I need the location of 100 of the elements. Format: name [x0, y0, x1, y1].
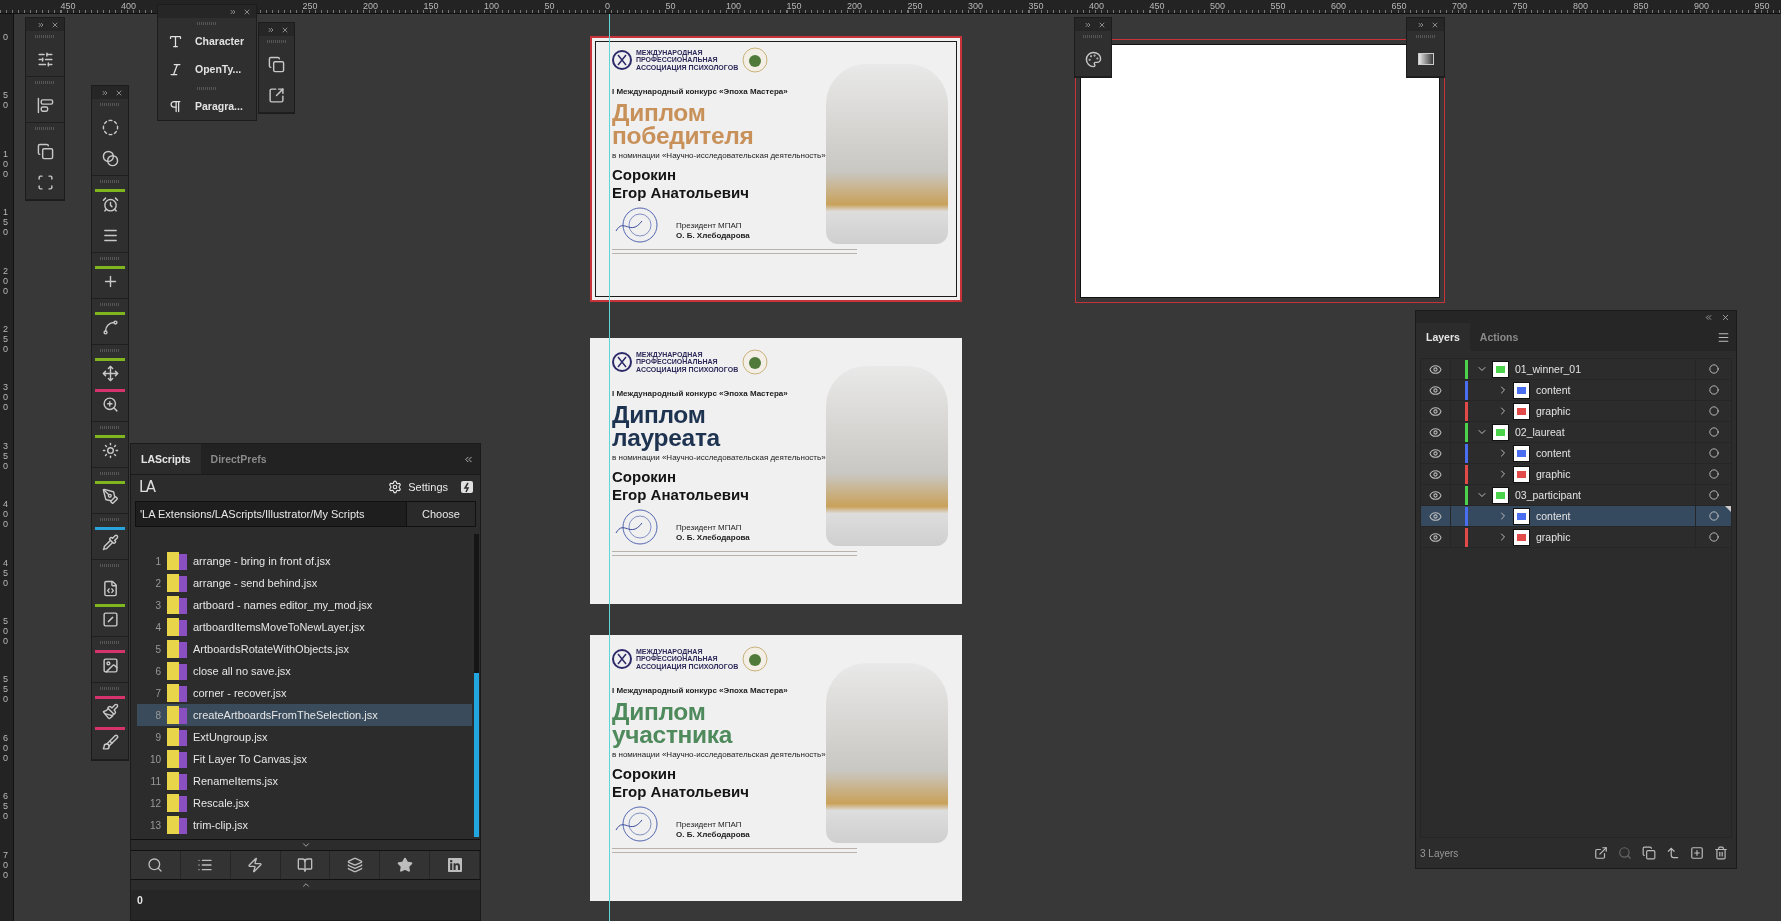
- grip-handle[interactable]: [100, 687, 120, 690]
- new-sublayer-icon[interactable]: [1666, 846, 1680, 860]
- collapse-icon[interactable]: [1417, 20, 1425, 29]
- close-icon[interactable]: [51, 20, 59, 29]
- grip-handle[interactable]: [1083, 35, 1103, 38]
- ruler-label: 50: [3, 90, 8, 111]
- grip-handle[interactable]: [100, 564, 120, 567]
- grip-handle[interactable]: [197, 87, 217, 90]
- script-item[interactable]: 13 trim-clip.jsx: [137, 814, 472, 836]
- refresh-icon[interactable]: [460, 479, 474, 494]
- collapse-icon[interactable]: [1084, 20, 1092, 29]
- script-item[interactable]: 1 arrange - bring in front of.jsx: [137, 550, 472, 572]
- recipient-name: Сорокин Егор Анатольевич: [612, 468, 750, 504]
- scrollbar-thumb[interactable]: [474, 673, 479, 837]
- layer-row[interactable]: 01_winner_01: [1421, 359, 1731, 380]
- line-number: 10: [148, 753, 162, 765]
- ruler-label: 900: [1694, 1, 1710, 11]
- script-file-icon: [167, 728, 187, 746]
- grip-handle[interactable]: [100, 349, 120, 352]
- new-layer-icon[interactable]: [1690, 846, 1704, 860]
- line-number: 8: [154, 709, 162, 721]
- grip-handle[interactable]: [100, 103, 120, 106]
- collapse-icon[interactable]: [1704, 312, 1713, 322]
- grip-handle[interactable]: [100, 180, 120, 183]
- script-item[interactable]: 3 artboard - names editor_my_mod.jsx: [137, 594, 472, 616]
- layer-row[interactable]: content: [1421, 506, 1731, 527]
- script-item[interactable]: 9 ExtUngroup.jsx: [137, 726, 472, 748]
- panel-item[interactable]: OpenTy...: [158, 55, 256, 83]
- trash-icon[interactable]: [1714, 846, 1728, 860]
- export-icon[interactable]: [1594, 846, 1608, 860]
- panel-tab[interactable]: DirectPrefs: [200, 444, 277, 474]
- layer-row[interactable]: graphic: [1421, 464, 1731, 485]
- layer-thumbnail: [1513, 507, 1530, 525]
- grip-handle[interactable]: [100, 518, 120, 521]
- panel-item[interactable]: Paragra...: [158, 92, 256, 120]
- ruler-label: 500: [1210, 1, 1226, 11]
- script-name: Rescale.jsx: [193, 797, 250, 809]
- grip-handle[interactable]: [1415, 35, 1436, 38]
- collapse-icon[interactable]: [101, 88, 109, 97]
- script-item[interactable]: 8 createArtboardsFromTheSelection.jsx: [137, 704, 472, 726]
- script-name: createArtboardsFromTheSelection.jsx: [193, 709, 378, 721]
- ruler-label: 50: [665, 1, 676, 11]
- grip-handle[interactable]: [100, 472, 120, 475]
- script-item[interactable]: 2 arrange - send behind.jsx: [137, 572, 472, 594]
- script-item[interactable]: 10 Fit Layer To Canvas.jsx: [137, 748, 472, 770]
- script-item[interactable]: 11 RenameItems.jsx: [137, 770, 472, 792]
- collapse-icon[interactable]: [267, 25, 275, 34]
- collapse-icon[interactable]: [37, 20, 45, 29]
- grip-handle[interactable]: [100, 426, 120, 429]
- line-number: 2: [154, 577, 162, 589]
- line-number: 7: [154, 687, 162, 699]
- ruler-label: 450: [3, 557, 8, 588]
- close-icon[interactable]: [115, 88, 123, 97]
- line-number: 3: [154, 599, 162, 611]
- close-icon[interactable]: [1098, 20, 1106, 29]
- script-name: ExtUngroup.jsx: [193, 731, 268, 743]
- ruler-label: 450: [60, 1, 76, 11]
- layer-row[interactable]: graphic: [1421, 401, 1731, 422]
- grip-handle[interactable]: [197, 22, 217, 25]
- chevron-up-icon[interactable]: [300, 880, 311, 890]
- layer-row[interactable]: graphic: [1421, 527, 1731, 548]
- panel-item[interactable]: Character: [158, 27, 256, 55]
- layer-row[interactable]: content: [1421, 443, 1731, 464]
- script-item[interactable]: 4 artboardItemsMoveToNewLayer.jsx: [137, 616, 472, 638]
- script-name: Fit Layer To Canvas.jsx: [193, 753, 308, 765]
- layer-row[interactable]: 02_laureat: [1421, 422, 1731, 443]
- script-item[interactable]: 12 Rescale.jsx: [137, 792, 472, 814]
- ruler-label: 600: [3, 732, 8, 763]
- script-item[interactable]: 5 ArtboardsRotateWithObjects.jsx: [137, 638, 472, 660]
- script-file-icon: [167, 552, 187, 570]
- medal-icon: [742, 646, 769, 672]
- grip-handle[interactable]: [100, 257, 120, 260]
- chevron-down-icon[interactable]: [300, 840, 311, 850]
- grip-handle[interactable]: [100, 641, 120, 644]
- grip-handle[interactable]: [266, 40, 287, 43]
- panel-tab[interactable]: Layers: [1416, 323, 1470, 351]
- script-item[interactable]: 6 close all no save.jsx: [137, 660, 472, 682]
- grip-handle[interactable]: [35, 81, 55, 84]
- grip-handle[interactable]: [100, 303, 120, 306]
- panel-tab[interactable]: LAScripts: [131, 444, 201, 474]
- collapse-icon[interactable]: [229, 7, 237, 16]
- nomination-text: в номинации «Научно-исследовательская деятельность»: [612, 750, 826, 759]
- close-icon[interactable]: [1431, 20, 1439, 29]
- selection-corner-icon: [1725, 506, 1731, 512]
- grip-handle[interactable]: [35, 127, 55, 130]
- grip-handle[interactable]: [35, 35, 55, 38]
- panel-tab[interactable]: Actions: [1469, 323, 1529, 351]
- signer-role: Президент МПАП: [676, 819, 743, 829]
- script-name: artboard - names editor_my_mod.jsx: [193, 599, 373, 611]
- ruler-label: 200: [3, 265, 8, 296]
- layer-count: 3 Layers: [1420, 847, 1460, 859]
- signer-role: Президент МПАП: [676, 220, 743, 230]
- close-icon[interactable]: [1721, 312, 1730, 322]
- script-item[interactable]: 7 corner - recover.jsx: [137, 682, 472, 704]
- close-icon[interactable]: [243, 7, 251, 16]
- close-icon[interactable]: [281, 25, 289, 34]
- layer-row[interactable]: content: [1421, 380, 1731, 401]
- settings-button[interactable]: Settings: [382, 478, 454, 495]
- ruler-label: 600: [1331, 1, 1347, 11]
- clipping-mask-icon[interactable]: [1642, 846, 1656, 860]
